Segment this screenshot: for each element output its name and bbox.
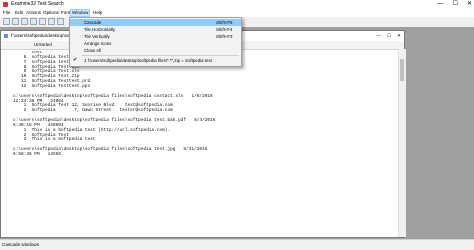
menu-bar: File Edit Actions Options Font Window He… xyxy=(0,9,474,17)
maximize-button[interactable]: ☐ xyxy=(453,0,458,9)
sort-label: Unsorted xyxy=(34,42,52,47)
menu-item-label: 1 f:\users\softpedia\desktop\softpedia f… xyxy=(84,58,212,63)
menu-file[interactable]: File xyxy=(2,9,11,17)
open-icon[interactable] xyxy=(12,18,19,25)
menu-item-label: Close All xyxy=(84,48,102,53)
menu-item-label: Tile Vertically xyxy=(84,34,110,39)
menu-item-label: Cascade xyxy=(84,20,102,25)
menu-item-shortcut: Shift+F4 xyxy=(216,27,233,32)
window-controls: — ☐ ✕ xyxy=(438,0,472,9)
menu-window[interactable]: Window xyxy=(70,9,91,17)
result-line: 8:58:36 PM 14558 xyxy=(13,152,61,158)
menu-item-shortcut: Shift+F3 xyxy=(216,34,233,39)
menu-options[interactable]: Options xyxy=(42,9,60,17)
document-icon xyxy=(4,34,8,38)
results-window-title: f:\users\softpedia\desktop\softp xyxy=(11,33,75,38)
checkmark-icon: ✔ xyxy=(73,57,78,63)
menu-item-open-window[interactable]: ✔ 1 f:\users\softpedia\desktop\softpedia… xyxy=(70,57,241,64)
menu-actions[interactable]: Actions xyxy=(25,9,42,17)
results-window-controls: — ☐ ✕ xyxy=(376,31,401,41)
menu-item-label: Tile Horizontally xyxy=(84,27,116,32)
stop-icon[interactable] xyxy=(48,18,55,25)
close-button[interactable]: ✕ xyxy=(467,0,472,9)
checkbox-icon[interactable] xyxy=(4,92,9,96)
window-menu-dropdown: Cascade Shift+F5 Tile Horizontally Shift… xyxy=(69,17,242,67)
child-close-button[interactable]: ✕ xyxy=(397,31,401,41)
options-icon[interactable] xyxy=(57,18,64,25)
vertical-scrollbar[interactable] xyxy=(398,49,406,237)
menu-item-close-all[interactable]: Close All xyxy=(70,47,241,54)
print-icon[interactable] xyxy=(30,18,37,25)
check-column xyxy=(4,51,10,231)
minimize-button[interactable]: — xyxy=(438,0,444,9)
title-bar: Examine32 Text Search — ☐ ✕ xyxy=(0,0,474,9)
menu-separator xyxy=(82,55,239,56)
menu-item-tile-horizontally[interactable]: Tile Horizontally Shift+F4 xyxy=(70,26,241,33)
menu-item-cascade[interactable]: Cascade Shift+F5 xyxy=(70,19,241,26)
menu-item-label: Arrange Icons xyxy=(84,41,112,46)
child-maximize-button[interactable]: ☐ xyxy=(387,31,391,41)
new-search-icon[interactable] xyxy=(3,18,10,25)
child-minimize-button[interactable]: — xyxy=(376,31,381,41)
results-text[interactable]: test 6 softpedia test 7 softpedia test a… xyxy=(13,51,398,231)
save-icon[interactable] xyxy=(21,18,28,25)
window-title: Examine32 Text Search xyxy=(11,1,64,7)
app-icon xyxy=(3,2,8,7)
menu-item-shortcut: Shift+F5 xyxy=(216,20,233,25)
scrollbar-thumb[interactable] xyxy=(400,59,404,81)
menu-item-tile-vertically[interactable]: Tile Vertically Shift+F3 xyxy=(70,33,241,40)
menu-item-arrange-icons[interactable]: Arrange Icons xyxy=(70,40,241,47)
menu-help[interactable]: Help xyxy=(92,9,103,17)
menu-edit[interactable]: Edit xyxy=(14,9,24,17)
search-icon[interactable] xyxy=(39,18,46,25)
status-bar: Cascade windows xyxy=(0,239,474,250)
